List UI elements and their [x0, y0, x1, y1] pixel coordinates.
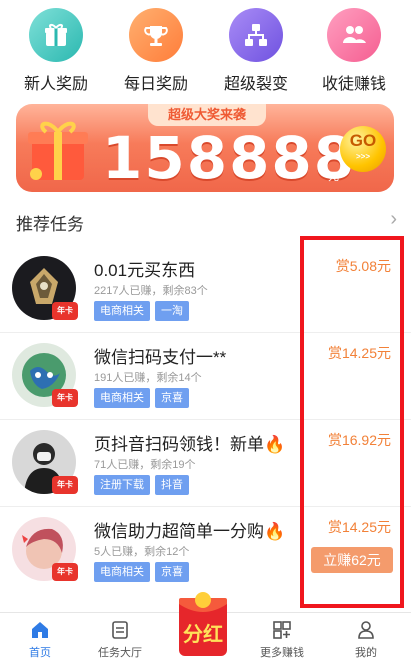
- banner-tag: 超级大奖来袭: [148, 104, 266, 126]
- task-chip: 注册下载: [94, 475, 150, 495]
- task-reward: 赏14.25元: [327, 519, 391, 535]
- task-title: 0.01元买东西: [94, 261, 196, 280]
- jackpot-unit: 元: [328, 171, 339, 183]
- feature-label: 每日奖励: [123, 76, 188, 93]
- task-chip: 京喜: [155, 562, 189, 582]
- trophy-icon: [129, 8, 183, 62]
- feature-daily-reward[interactable]: 每日奖励: [110, 8, 202, 94]
- tab-label: 首页: [29, 647, 51, 659]
- feature-label: 超级裂变: [223, 76, 288, 93]
- gift-box-icon: [28, 121, 88, 180]
- feature-label: 新人奖励: [23, 76, 88, 93]
- task-meta: 2217人已赚，剩余83个: [94, 285, 208, 297]
- task-title: 微信助力超简单一分购🔥: [94, 522, 286, 541]
- jackpot-amount: 158888: [102, 124, 357, 192]
- task-row[interactable]: 年卡 微信扫码支付一** 191人已赚，剩余14个 电商相关 京喜 赏14.25…: [0, 333, 411, 420]
- tab-home[interactable]: 首页: [0, 619, 80, 660]
- task-row[interactable]: 年卡 微信助力超简单一分购🔥 5人已赚，剩余12个 电商相关 京喜 赏14.25…: [0, 507, 411, 594]
- dividend-button[interactable]: 分红: [170, 590, 236, 660]
- vip-badge: 年卡: [52, 563, 78, 581]
- gift-icon: [29, 8, 83, 62]
- task-reward: 赏16.92元: [327, 432, 391, 448]
- task-reward: 赏5.08元: [335, 258, 391, 274]
- task-row[interactable]: 年卡 0.01元买东西 2217人已赚，剩余83个 电商相关 一淘 赏5.08元: [0, 246, 411, 333]
- feature-row: 新人奖励 每日奖励 超级裂变 收徒赚钱: [0, 0, 411, 100]
- tab-label: 我的: [355, 647, 377, 659]
- section-title: 推荐任务: [16, 215, 84, 234]
- feature-new-user-reward[interactable]: 新人奖励: [10, 8, 102, 94]
- feature-recruit-earn[interactable]: 收徒赚钱: [308, 8, 400, 94]
- tab-label: 更多赚钱: [260, 647, 304, 659]
- task-chip: 电商相关: [94, 301, 150, 321]
- task-meta: 191人已赚，剩余14个: [94, 372, 202, 384]
- network-icon: [229, 8, 283, 62]
- earn-now-button[interactable]: 立赚62元: [311, 547, 393, 573]
- go-arrows: >>>: [355, 152, 370, 161]
- users-icon: [327, 8, 381, 62]
- vip-badge: 年卡: [52, 302, 78, 320]
- vip-badge: 年卡: [52, 389, 78, 407]
- profile-icon: [355, 619, 377, 641]
- task-chip: 电商相关: [94, 562, 150, 582]
- task-title: 微信扫码支付一**: [94, 348, 227, 367]
- task-chip: 抖音: [155, 475, 189, 495]
- tab-task-hall[interactable]: 任务大厅: [80, 619, 160, 660]
- feature-label: 收徒赚钱: [321, 76, 386, 93]
- grid-icon: [271, 619, 293, 641]
- tab-profile[interactable]: 我的: [326, 619, 406, 660]
- task-list-icon: [109, 619, 131, 641]
- task-meta: 71人已赚，剩余19个: [94, 459, 196, 471]
- task-reward: 赏14.25元: [327, 345, 391, 361]
- task-meta: 5人已赚，剩余12个: [94, 546, 190, 558]
- task-chip: 一淘: [155, 301, 189, 321]
- task-chip: 京喜: [155, 388, 189, 408]
- go-button[interactable]: GO >>>: [340, 126, 386, 172]
- go-label: GO: [349, 131, 377, 150]
- tab-label: 任务大厅: [98, 647, 142, 659]
- task-title: 页抖音扫码领钱！新单🔥: [94, 435, 286, 454]
- jackpot-banner[interactable]: 超级大奖来袭 158888 元 GO >>>: [16, 104, 394, 192]
- chevron-right-icon[interactable]: ›: [390, 208, 397, 231]
- task-chip: 电商相关: [94, 388, 150, 408]
- dividend-label: 分红: [183, 624, 223, 646]
- feature-super-fission[interactable]: 超级裂变: [210, 8, 302, 94]
- task-row[interactable]: 年卡 页抖音扫码领钱！新单🔥 71人已赚，剩余19个 注册下载 抖音 赏16.9…: [0, 420, 411, 507]
- tab-more-earning[interactable]: 更多赚钱: [242, 619, 322, 660]
- home-icon: [29, 619, 51, 641]
- vip-badge: 年卡: [52, 476, 78, 494]
